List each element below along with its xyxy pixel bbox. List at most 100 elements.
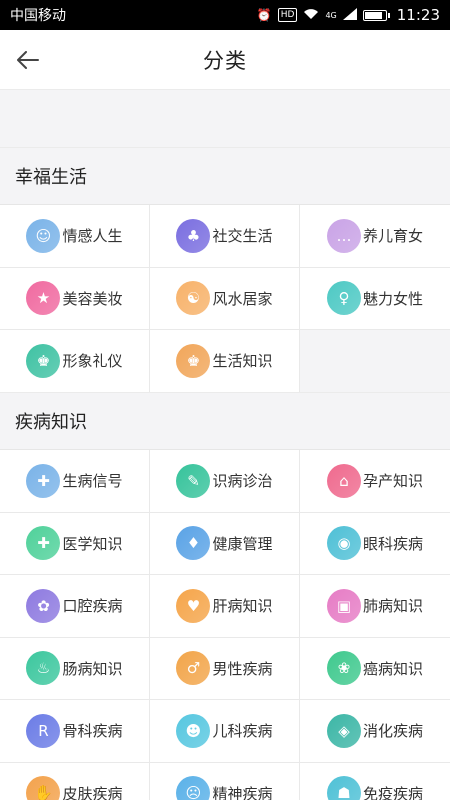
category-item-content: ☯ 风水居家 — [176, 281, 273, 316]
chat-bubble-icon: … — [326, 218, 361, 253]
empty-cell — [300, 330, 450, 393]
shield-person-icon: ☗ — [326, 776, 361, 800]
category-item-content: ✚ 医学知识 — [26, 526, 123, 561]
category-label: 皮肤疾病 — [62, 784, 123, 800]
category-item[interactable]: ☹ 精神疾病 — [150, 762, 300, 800]
skin-icon: ✋ — [26, 776, 61, 800]
back-button[interactable] — [14, 46, 42, 74]
category-label: 生病信号 — [62, 472, 123, 491]
liver-icon: ♥ — [176, 588, 211, 623]
category-item[interactable]: ◉ 眼科疾病 — [300, 512, 450, 575]
feng-shui-icon: ☯ — [176, 281, 211, 316]
category-item-content: ☗ 免疫疾病 — [326, 776, 423, 800]
category-label: 口腔疾病 — [62, 597, 123, 616]
category-item[interactable]: ♀ 魅力女性 — [300, 267, 450, 330]
tooth-icon: ✿ — [26, 588, 61, 623]
category-item[interactable]: ♥ 肝病知识 — [150, 575, 300, 638]
category-label: 社交生活 — [212, 227, 273, 246]
category-item[interactable]: ♚ 形象礼仪 — [0, 330, 150, 393]
stomach-icon: ◈ — [326, 713, 361, 748]
lung-icon: ▣ — [326, 588, 361, 623]
category-label: 魅力女性 — [362, 289, 423, 308]
section-title-disease-knowledge: 疾病知识 — [0, 392, 450, 449]
crowd-icon: ♣ — [176, 218, 211, 253]
category-item[interactable]: ✿ 口腔疾病 — [0, 575, 150, 638]
category-label: 肝病知识 — [212, 597, 273, 616]
category-item-content: ▣ 肺病知识 — [326, 588, 423, 623]
plant-icon: ❀ — [326, 651, 361, 686]
category-label: 骨科疾病 — [62, 722, 123, 741]
alarm-icon: ⏰ — [256, 8, 272, 22]
category-item-content: ♀ 魅力女性 — [326, 281, 423, 316]
category-item[interactable]: ☯ 风水居家 — [150, 267, 300, 330]
intestine-icon: ♨ — [26, 651, 61, 686]
house-icon: ⌂ — [326, 463, 361, 498]
category-item[interactable]: ☻ 儿科疾病 — [150, 700, 300, 763]
doctor-person-icon: ♦ — [176, 526, 211, 561]
battery-icon — [362, 9, 390, 21]
category-item[interactable]: ▣ 肺病知识 — [300, 575, 450, 638]
category-item-content: ❀ 癌病知识 — [326, 651, 423, 686]
category-item-content: ✚ 生病信号 — [26, 463, 123, 498]
category-item-content: ✋ 皮肤疾病 — [26, 776, 123, 800]
status-bar: 中国移动 ⏰ HD 4G 11:23 — [0, 0, 450, 30]
category-label: 孕产知识 — [362, 472, 423, 491]
bone-icon: R — [26, 713, 61, 748]
category-label: 免疫疾病 — [362, 784, 423, 800]
category-item-content: ☺ 情感人生 — [26, 218, 123, 253]
person-icon: ♚ — [176, 343, 211, 378]
category-item-content: ☻ 儿科疾病 — [176, 713, 273, 748]
category-item[interactable]: R 骨科疾病 — [0, 700, 150, 763]
category-item[interactable]: ✚ 医学知识 — [0, 512, 150, 575]
clock-label: 11:23 — [396, 6, 440, 24]
category-item-content: ♚ 生活知识 — [176, 343, 273, 378]
category-item[interactable]: ⌂ 孕产知识 — [300, 450, 450, 513]
category-item[interactable]: ◈ 消化疾病 — [300, 700, 450, 763]
category-item-content: R 骨科疾病 — [26, 713, 123, 748]
hd-icon: HD — [277, 8, 298, 22]
brain-icon: ☹ — [176, 776, 211, 800]
category-label: 识病诊治 — [212, 472, 273, 491]
category-item-content: ♣ 社交生活 — [176, 218, 273, 253]
category-item[interactable]: ✎ 识病诊治 — [150, 450, 300, 513]
category-item-content: ☹ 精神疾病 — [176, 776, 273, 800]
category-item[interactable]: ✋ 皮肤疾病 — [0, 762, 150, 800]
medicine-icon: ✚ — [26, 526, 61, 561]
woman-icon: ♀ — [326, 281, 361, 316]
category-item-content: … 养儿育女 — [326, 218, 423, 253]
category-item[interactable]: ♚ 生活知识 — [150, 330, 300, 393]
category-item-content: ✿ 口腔疾病 — [26, 588, 123, 623]
category-label: 健康管理 — [212, 534, 273, 553]
category-item-content: ♂ 男性疾病 — [176, 651, 273, 686]
category-label: 精神疾病 — [212, 784, 273, 800]
category-item[interactable]: ❀ 癌病知识 — [300, 637, 450, 700]
carrier-label: 中国移动 — [10, 8, 66, 24]
star-wand-icon: ★ — [26, 281, 61, 316]
category-item[interactable]: ♣ 社交生活 — [150, 205, 300, 268]
top-spacer — [0, 91, 450, 147]
category-label: 生活知识 — [212, 352, 273, 371]
couple-icon: ☺ — [26, 218, 61, 253]
category-item[interactable]: ♂ 男性疾病 — [150, 637, 300, 700]
category-item[interactable]: ♨ 肠病知识 — [0, 637, 150, 700]
category-item[interactable]: ★ 美容美妆 — [0, 267, 150, 330]
man-icon: ♂ — [176, 651, 211, 686]
person-icon: ♚ — [26, 343, 61, 378]
category-item[interactable]: ♦ 健康管理 — [150, 512, 300, 575]
category-label: 癌病知识 — [362, 659, 423, 678]
app-header: 分类 — [0, 30, 450, 90]
category-label: 肺病知识 — [362, 597, 423, 616]
category-item-content: ♚ 形象礼仪 — [26, 343, 123, 378]
category-label: 儿科疾病 — [212, 722, 273, 741]
category-label: 消化疾病 — [362, 722, 423, 741]
category-item[interactable]: … 养儿育女 — [300, 205, 450, 268]
category-item[interactable]: ✚ 生病信号 — [0, 450, 150, 513]
eye-mask-icon: ◉ — [326, 526, 361, 561]
category-item[interactable]: ☺ 情感人生 — [0, 205, 150, 268]
category-item[interactable]: ☗ 免疫疾病 — [300, 762, 450, 800]
category-item-content: ✎ 识病诊治 — [176, 463, 273, 498]
category-item-content: ♦ 健康管理 — [176, 526, 273, 561]
category-label: 医学知识 — [62, 534, 123, 553]
category-label: 美容美妆 — [62, 289, 123, 308]
category-label: 男性疾病 — [212, 659, 273, 678]
